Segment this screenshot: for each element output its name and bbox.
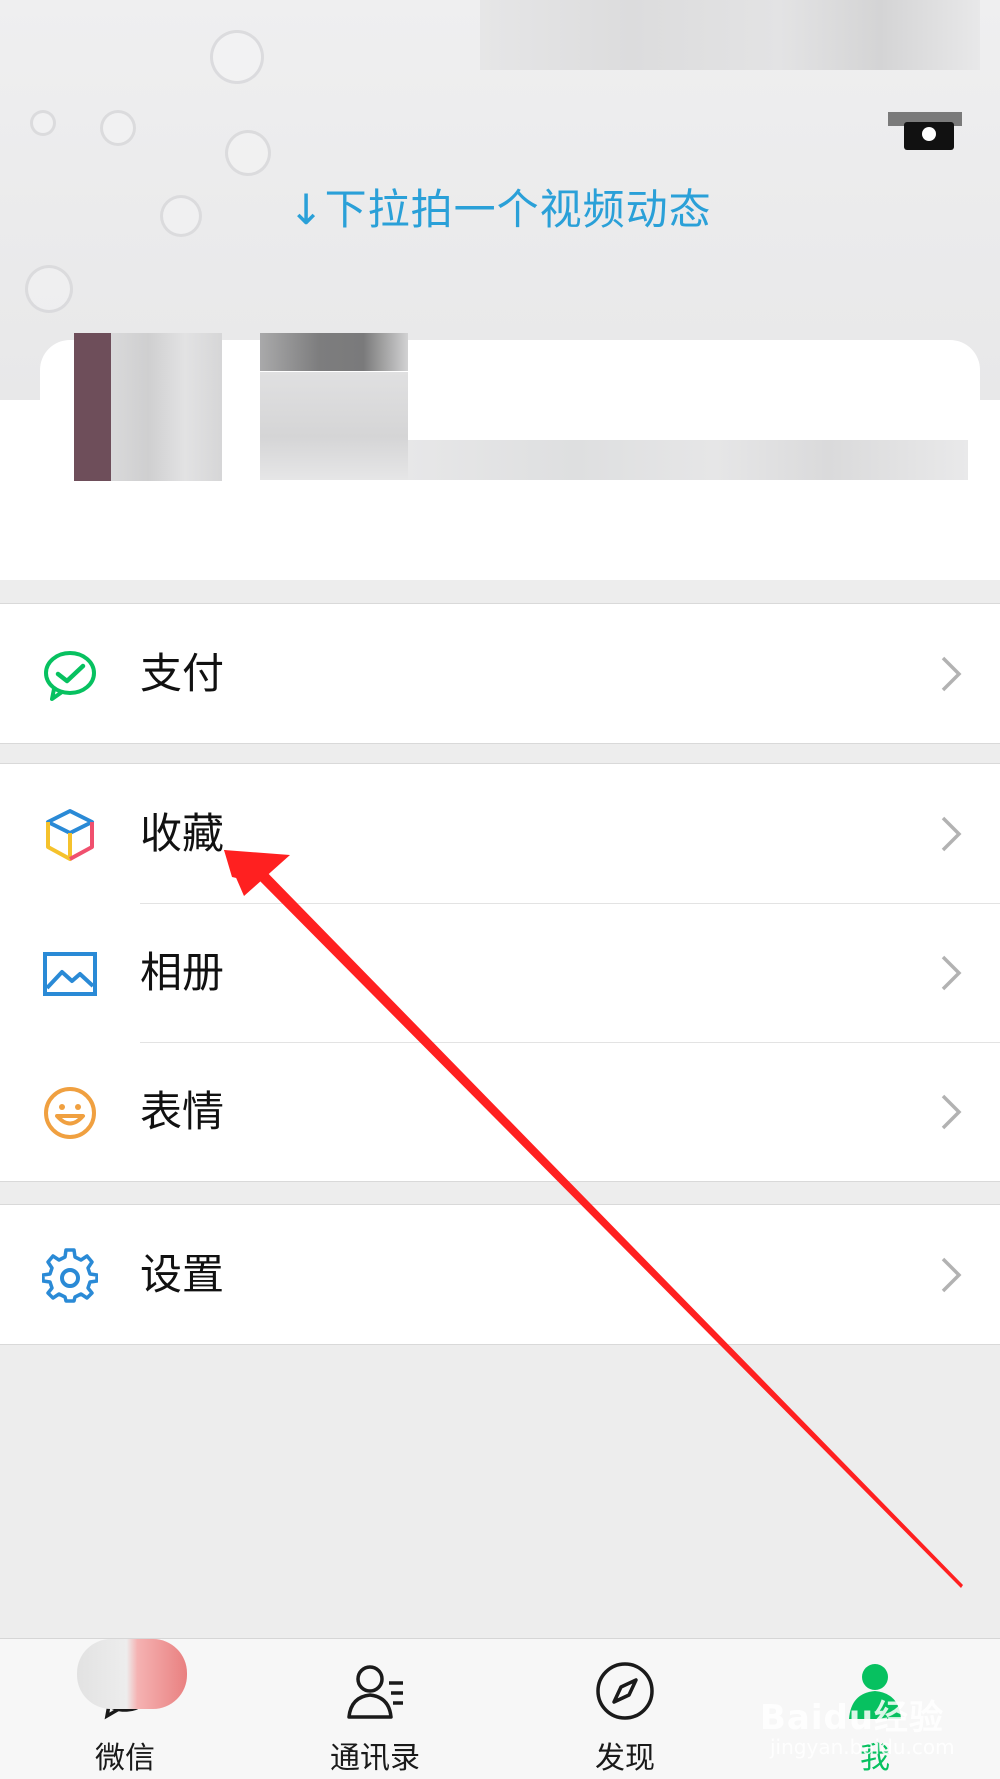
obscured-cover-text <box>480 0 980 70</box>
watermark-url: jingyan.baidu.com <box>770 1735 955 1759</box>
bubble-decoration <box>210 30 264 84</box>
tab-chats[interactable]: 微信 <box>45 1639 205 1779</box>
wechat-pay-icon <box>42 647 98 703</box>
contacts-icon <box>345 1661 405 1721</box>
menu-item-stickers[interactable]: 表情 <box>0 1042 1000 1181</box>
obscured-nickname <box>260 333 408 371</box>
tab-label: 通讯录 <box>330 1741 420 1776</box>
chevron-right-icon <box>938 953 964 993</box>
camera-icon[interactable] <box>888 112 962 150</box>
favorites-cube-icon <box>42 807 98 863</box>
menu-item-label: 相册 <box>140 948 225 997</box>
album-icon <box>42 946 98 1002</box>
menu-item-favorites[interactable]: 收藏 <box>0 764 1000 903</box>
menu-item-label: 收藏 <box>140 809 225 858</box>
tab-contacts[interactable]: 通讯录 <box>295 1639 455 1779</box>
chevron-right-icon <box>938 1255 964 1295</box>
menu-item-label: 设置 <box>140 1250 225 1299</box>
tab-discover[interactable]: 发现 <box>545 1639 705 1779</box>
bubble-decoration <box>225 130 271 176</box>
menu-item-pay[interactable]: 支付 <box>0 604 1000 743</box>
obscured-wechat-id <box>408 440 968 480</box>
menu-item-label: 支付 <box>140 649 225 698</box>
sticker-smile-icon <box>42 1085 98 1141</box>
menu-group-pay: 支付 <box>0 603 1000 744</box>
tab-label: 微信 <box>95 1741 155 1776</box>
bubble-decoration <box>30 110 56 136</box>
pull-down-video-hint[interactable]: ↓下拉拍一个视频动态 <box>0 176 1000 237</box>
chevron-right-icon <box>938 654 964 694</box>
settings-gear-icon <box>41 1248 99 1304</box>
menu-group-settings: 设置 <box>0 1204 1000 1345</box>
bubble-decoration <box>100 110 136 146</box>
bubble-decoration <box>25 265 73 313</box>
menu-item-album[interactable]: 相册 <box>0 903 1000 1042</box>
tab-label: 发现 <box>595 1741 655 1776</box>
compass-icon <box>595 1661 655 1721</box>
obscured-nickname-lower <box>260 372 408 480</box>
chevron-right-icon <box>938 814 964 854</box>
menu-item-label: 表情 <box>140 1087 225 1136</box>
menu-group-main: 收藏 相册 表情 <box>0 763 1000 1182</box>
chevron-right-icon <box>938 1092 964 1132</box>
avatar[interactable] <box>74 333 222 481</box>
menu-item-settings[interactable]: 设置 <box>0 1205 1000 1344</box>
obscured-unread-badge <box>77 1639 187 1709</box>
